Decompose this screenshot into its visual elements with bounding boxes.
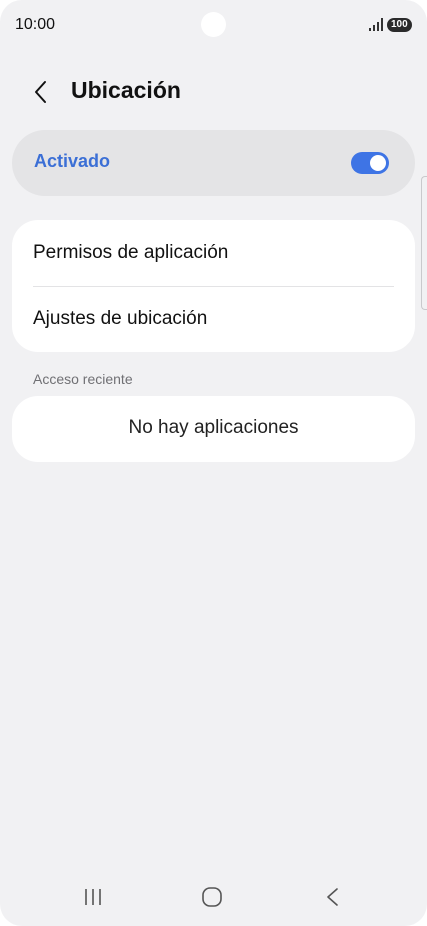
option-location-settings[interactable]: Ajustes de ubicación: [12, 286, 415, 352]
back-icon[interactable]: [322, 886, 344, 908]
toggle-knob: [370, 155, 386, 171]
options-card: Permisos de aplicación Ajustes de ubicac…: [12, 220, 415, 352]
camera-cutout: [201, 12, 226, 37]
page-title: Ubicación: [71, 77, 181, 103]
status-bar: 10:00 100: [0, 0, 427, 52]
recents-icon[interactable]: [82, 886, 104, 908]
page-header: Ubicación: [0, 70, 427, 114]
option-label: Ajustes de ubicación: [33, 308, 208, 329]
home-icon[interactable]: [201, 886, 223, 908]
option-app-permissions[interactable]: Permisos de aplicación: [12, 220, 415, 286]
status-time: 10:00: [15, 16, 56, 33]
navigation-bar: [0, 876, 427, 920]
battery-icon: 100: [387, 18, 412, 32]
option-label: Permisos de aplicación: [33, 242, 229, 263]
section-header-recent-access: Acceso reciente: [33, 371, 133, 387]
master-switch-row[interactable]: Activado: [12, 130, 415, 196]
signal-icon: [369, 18, 383, 31]
recent-access-card: No hay aplicaciones: [12, 396, 415, 462]
settings-screen: 10:00 100 Ubicación Activado Permisos de…: [0, 0, 427, 926]
master-switch-label: Activado: [34, 151, 111, 171]
edge-panel-handle[interactable]: [421, 176, 427, 310]
back-arrow-icon[interactable]: [28, 78, 56, 106]
location-toggle[interactable]: [351, 152, 389, 174]
empty-state-text: No hay aplicaciones: [128, 417, 299, 438]
